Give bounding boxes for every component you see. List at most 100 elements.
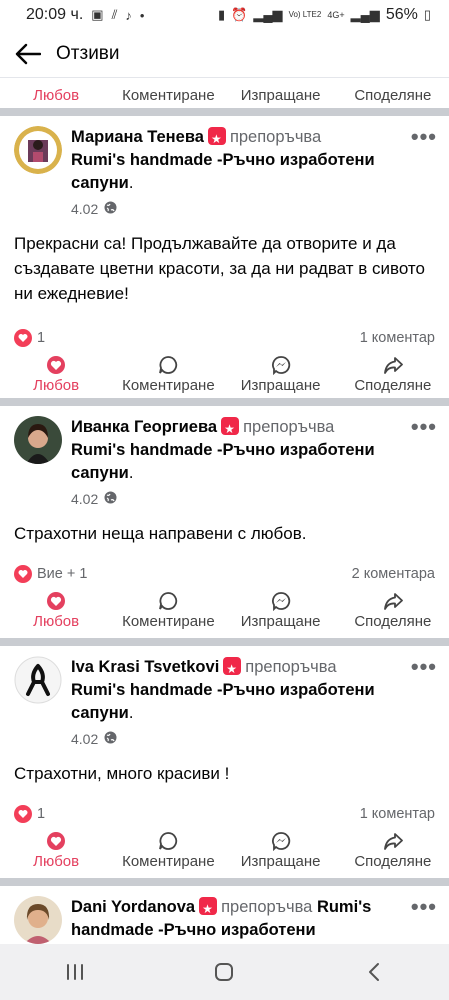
recommends-label: препоръчва bbox=[229, 128, 322, 146]
share-button[interactable]: Споделяне bbox=[337, 355, 449, 394]
author-name[interactable]: Iva Krasi Tsvetkovi bbox=[71, 658, 219, 676]
comment-label: Коментиране bbox=[122, 87, 215, 104]
avatar[interactable] bbox=[14, 416, 62, 464]
share-icon bbox=[383, 591, 403, 611]
messenger-icon bbox=[271, 591, 291, 611]
review-post: Dani Yordanovaпрепоръчва Rumi's handmade… bbox=[0, 886, 449, 944]
love-button[interactable]: Любов bbox=[0, 831, 112, 870]
tiktok-icon: ♪ bbox=[125, 7, 132, 23]
review-text: Прекрасни са! Продължавайте да отворите … bbox=[14, 234, 425, 303]
page-name[interactable]: Rumi's handmade -Ръчно изработени сапуни bbox=[71, 441, 375, 482]
love-label: Любов bbox=[33, 613, 80, 630]
page-name[interactable]: Rumi's handmade -Ръчно изработени сапуни bbox=[71, 151, 375, 192]
review-text: Страхотни, много красиви ! bbox=[14, 764, 230, 783]
send-label: Изпращане bbox=[240, 613, 321, 630]
comment-count[interactable]: 2 коментара bbox=[352, 566, 435, 582]
divider bbox=[0, 108, 449, 116]
post-actions: Любов Коментиране Изпращане Споделяне bbox=[0, 831, 449, 874]
recommend-badge-icon bbox=[199, 897, 218, 921]
comment-count[interactable]: 1 коментар bbox=[360, 806, 435, 822]
comment-button[interactable]: Коментиране bbox=[112, 355, 224, 394]
battery-icon: ▯ bbox=[423, 7, 431, 22]
recommend-badge-icon bbox=[207, 127, 226, 151]
recommends-label: препоръчва bbox=[245, 658, 337, 676]
send-button[interactable]: Изпращане bbox=[225, 87, 337, 104]
avatar[interactable] bbox=[14, 656, 62, 704]
review-text: Страхотни неща направени с любов. bbox=[14, 524, 307, 543]
avatar[interactable] bbox=[14, 126, 62, 174]
send-button[interactable]: Изпращане bbox=[225, 591, 337, 630]
divider bbox=[0, 398, 449, 406]
status-bar: 20:09 ч. ▣ ⫽ ♪ • ▮ ⏰ ▂▄▆ Vo) LTE2 4G+ ▂▄… bbox=[0, 0, 449, 30]
recommends-label: препоръчва bbox=[243, 418, 335, 436]
reaction-count[interactable]: 1 bbox=[37, 330, 45, 346]
love-button[interactable]: Любов bbox=[0, 87, 112, 104]
page-title: Отзиви bbox=[56, 42, 120, 64]
heart-reaction-icon bbox=[14, 805, 32, 823]
send-button[interactable]: Изпращане bbox=[225, 355, 337, 394]
alarm-icon: ⏰ bbox=[231, 7, 248, 22]
author-name[interactable]: Мариана Тенева bbox=[71, 128, 204, 146]
comment-button[interactable]: Коментиране bbox=[112, 87, 224, 104]
home-icon[interactable] bbox=[194, 952, 254, 992]
share-label: Споделяне bbox=[354, 87, 432, 104]
heart-icon bbox=[46, 831, 66, 851]
signal-cast-icon: ⫽ bbox=[111, 7, 118, 22]
avatar[interactable] bbox=[14, 896, 62, 944]
more-options-icon[interactable]: ••• bbox=[411, 414, 437, 440]
heart-icon bbox=[46, 591, 66, 611]
recent-apps-icon[interactable] bbox=[45, 952, 105, 992]
comment-label: Коментиране bbox=[122, 853, 215, 870]
comment-count[interactable]: 1 коментар bbox=[360, 330, 435, 346]
recommend-badge-icon bbox=[223, 657, 242, 681]
globe-icon bbox=[104, 201, 117, 217]
share-icon bbox=[383, 355, 403, 375]
more-options-icon[interactable]: ••• bbox=[411, 124, 437, 150]
review-post: Иванка Георгиева препоръчва Rumi's handma… bbox=[0, 406, 449, 638]
comment-icon bbox=[158, 831, 178, 851]
comment-label: Коментиране bbox=[122, 377, 215, 394]
love-label: Любов bbox=[33, 853, 80, 870]
reviews-feed[interactable]: Любов Коментиране Изпращане Споделяне Ма… bbox=[0, 78, 449, 944]
author-name[interactable]: Dani Yordanova bbox=[71, 898, 195, 916]
more-options-icon[interactable]: ••• bbox=[411, 654, 437, 680]
reaction-count[interactable]: 1 bbox=[37, 806, 45, 822]
divider bbox=[0, 638, 449, 646]
heart-reaction-icon bbox=[14, 329, 32, 347]
send-label: Изпращане bbox=[240, 87, 321, 104]
post-date[interactable]: 4.02 bbox=[71, 201, 98, 217]
send-label: Изпращане bbox=[240, 853, 321, 870]
share-icon bbox=[383, 831, 403, 851]
reaction-count[interactable]: Вие + 1 bbox=[37, 566, 87, 582]
heart-icon bbox=[46, 355, 66, 375]
network-label: Vo) LTE2 bbox=[288, 10, 322, 19]
heart-reaction-icon bbox=[14, 565, 32, 583]
post-date[interactable]: 4.02 bbox=[71, 731, 98, 747]
battery-percent: 56% bbox=[385, 6, 418, 23]
app-bar: Отзиви bbox=[0, 30, 449, 78]
globe-icon bbox=[104, 731, 117, 747]
love-button[interactable]: Любов bbox=[0, 355, 112, 394]
back-icon[interactable] bbox=[344, 952, 404, 992]
share-button[interactable]: Споделяне bbox=[337, 831, 449, 870]
send-button[interactable]: Изпращане bbox=[225, 831, 337, 870]
author-name[interactable]: Иванка Георгиева bbox=[71, 418, 217, 436]
messenger-icon bbox=[271, 355, 291, 375]
share-button[interactable]: Споделяне bbox=[337, 591, 449, 630]
comment-label: Коментиране bbox=[122, 613, 215, 630]
gallery-icon: ▣ bbox=[91, 7, 104, 22]
comment-button[interactable]: Коментиране bbox=[112, 831, 224, 870]
send-label: Изпращане bbox=[240, 377, 321, 394]
review-post: Мариана Тенева препоръчва Rumi's handmade… bbox=[0, 116, 449, 398]
share-label: Споделяне bbox=[354, 377, 432, 394]
post-date[interactable]: 4.02 bbox=[71, 491, 98, 507]
messenger-icon bbox=[271, 831, 291, 851]
more-options-icon[interactable]: ••• bbox=[411, 894, 437, 920]
signal-icon: ▂▄▆ bbox=[253, 7, 283, 22]
page-name[interactable]: Rumi's handmade -Ръчно изработени сапуни bbox=[71, 681, 375, 722]
love-button[interactable]: Любов bbox=[0, 591, 112, 630]
back-arrow-icon[interactable] bbox=[14, 40, 42, 68]
recommends-label: препоръчва bbox=[221, 898, 313, 916]
comment-button[interactable]: Коментиране bbox=[112, 591, 224, 630]
share-button[interactable]: Споделяне bbox=[337, 87, 449, 104]
